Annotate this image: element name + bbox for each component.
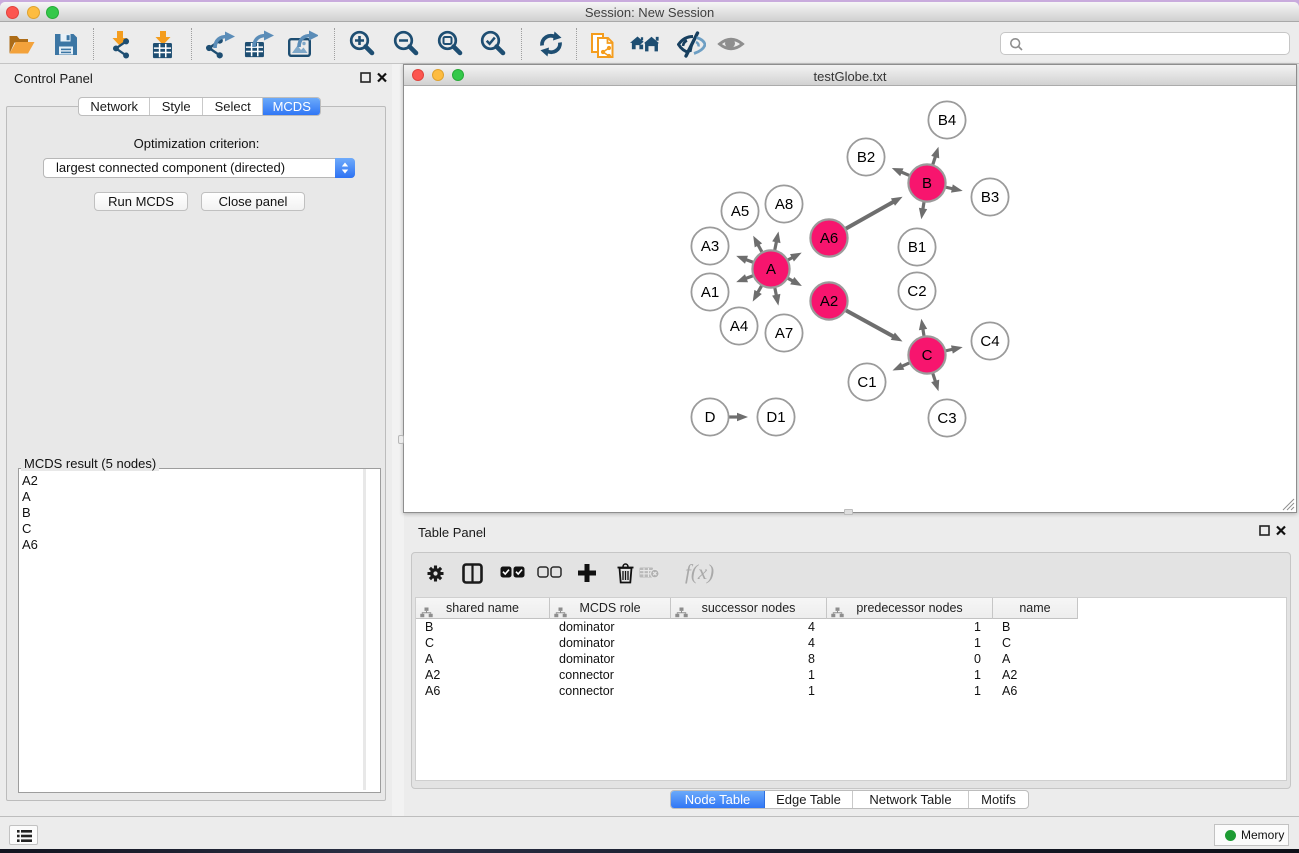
svg-text:C2: C2: [907, 283, 926, 300]
svg-text:A1: A1: [701, 284, 719, 301]
svg-text:A4: A4: [730, 318, 748, 335]
svg-text:B1: B1: [908, 239, 926, 256]
svg-text:A3: A3: [701, 238, 719, 255]
svg-text:B3: B3: [981, 189, 999, 206]
svg-text:A7: A7: [775, 325, 793, 342]
svg-text:B4: B4: [938, 112, 956, 129]
svg-text:C4: C4: [980, 333, 999, 350]
svg-text:B2: B2: [857, 149, 875, 166]
svg-text:C3: C3: [937, 410, 956, 427]
svg-text:D: D: [705, 409, 716, 426]
svg-text:B: B: [922, 175, 932, 192]
svg-text:A: A: [766, 261, 776, 278]
svg-text:D1: D1: [766, 409, 785, 426]
svg-text:C1: C1: [857, 374, 876, 391]
svg-text:A6: A6: [820, 230, 838, 247]
svg-text:A2: A2: [820, 293, 838, 310]
svg-text:A5: A5: [731, 203, 749, 220]
svg-text:C: C: [922, 347, 933, 364]
svg-text:A8: A8: [775, 196, 793, 213]
